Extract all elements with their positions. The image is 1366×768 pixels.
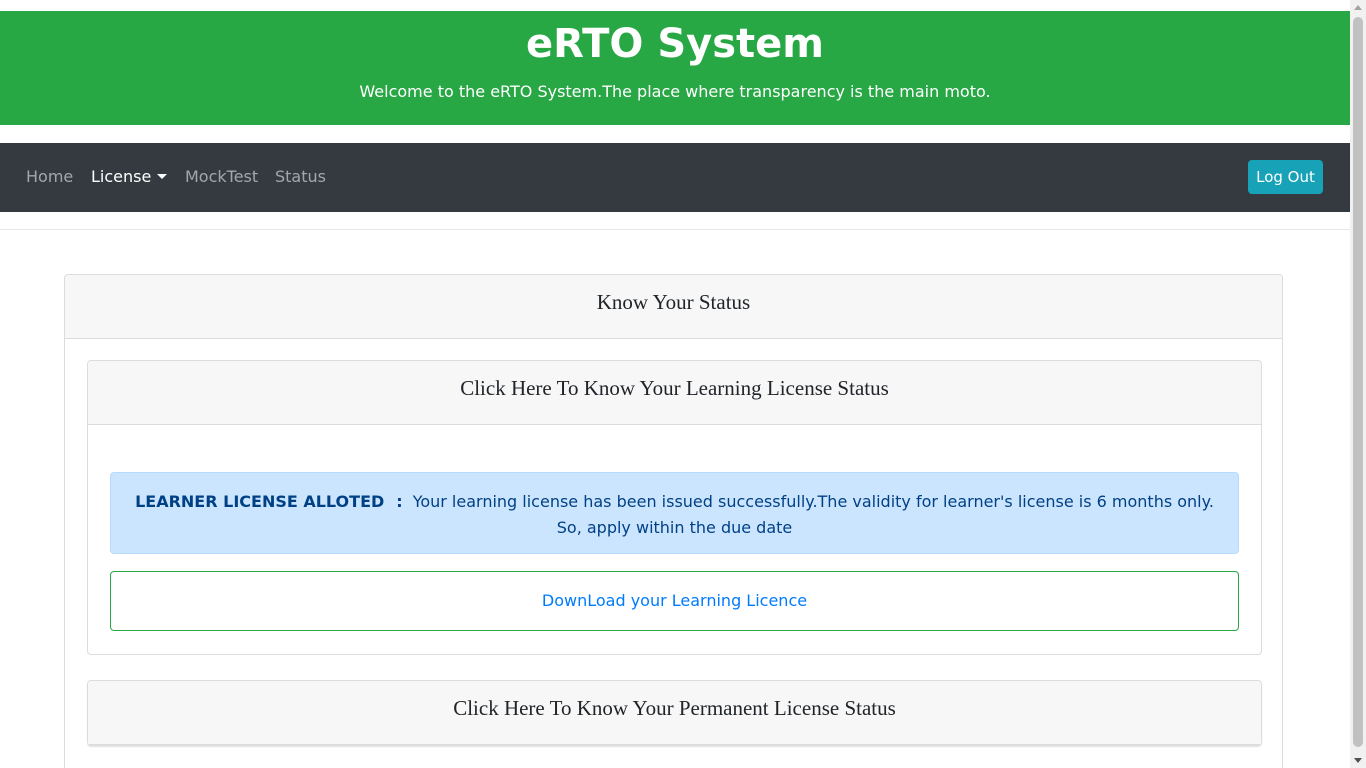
learning-license-header[interactable]: Click Here To Know Your Learning License… — [88, 361, 1261, 425]
learning-license-card: Click Here To Know Your Learning License… — [87, 360, 1262, 655]
status-card: Know Your Status Click Here To Know Your… — [64, 274, 1283, 768]
site-title: eRTO System — [526, 21, 824, 67]
vertical-scrollbar[interactable] — [1350, 0, 1366, 768]
logout-button[interactable]: Log Out — [1248, 160, 1323, 194]
nav-license-label: License — [91, 167, 152, 186]
nav-license-dropdown[interactable]: License — [91, 167, 168, 186]
download-box: DownLoad your Learning Licence — [110, 571, 1239, 631]
download-learning-licence-link[interactable]: DownLoad your Learning Licence — [542, 591, 807, 610]
scroll-down-arrow-icon[interactable] — [1354, 758, 1362, 763]
page: eRTO System Welcome to the eRTO System.T… — [0, 0, 1350, 768]
site-subtitle: Welcome to the eRTO System.The place whe… — [359, 82, 991, 101]
status-card-title: Know Your Status — [65, 275, 1282, 339]
alert-message: Your learning license has been issued su… — [412, 492, 1214, 537]
permanent-license-header[interactable]: Click Here To Know Your Permanent Licens… — [88, 681, 1261, 744]
alert-separator: : — [396, 492, 403, 511]
permanent-license-card: Click Here To Know Your Permanent Licens… — [87, 680, 1262, 745]
caret-down-icon — [157, 173, 168, 179]
nav-status[interactable]: Status — [275, 167, 326, 186]
alert-title: LEARNER LICENSE ALLOTED — [135, 492, 385, 511]
scrollbar-thumb[interactable] — [1353, 17, 1363, 747]
main-navbar: Home License MockTest Status Log Out — [0, 143, 1350, 212]
site-header: eRTO System Welcome to the eRTO System.T… — [0, 11, 1350, 125]
scroll-up-arrow-icon[interactable] — [1354, 5, 1362, 10]
divider — [0, 229, 1350, 230]
nav-home[interactable]: Home — [26, 167, 73, 186]
learner-license-alert: LEARNER LICENSE ALLOTED: Your learning li… — [110, 472, 1239, 554]
nav-mocktest[interactable]: MockTest — [185, 167, 258, 186]
